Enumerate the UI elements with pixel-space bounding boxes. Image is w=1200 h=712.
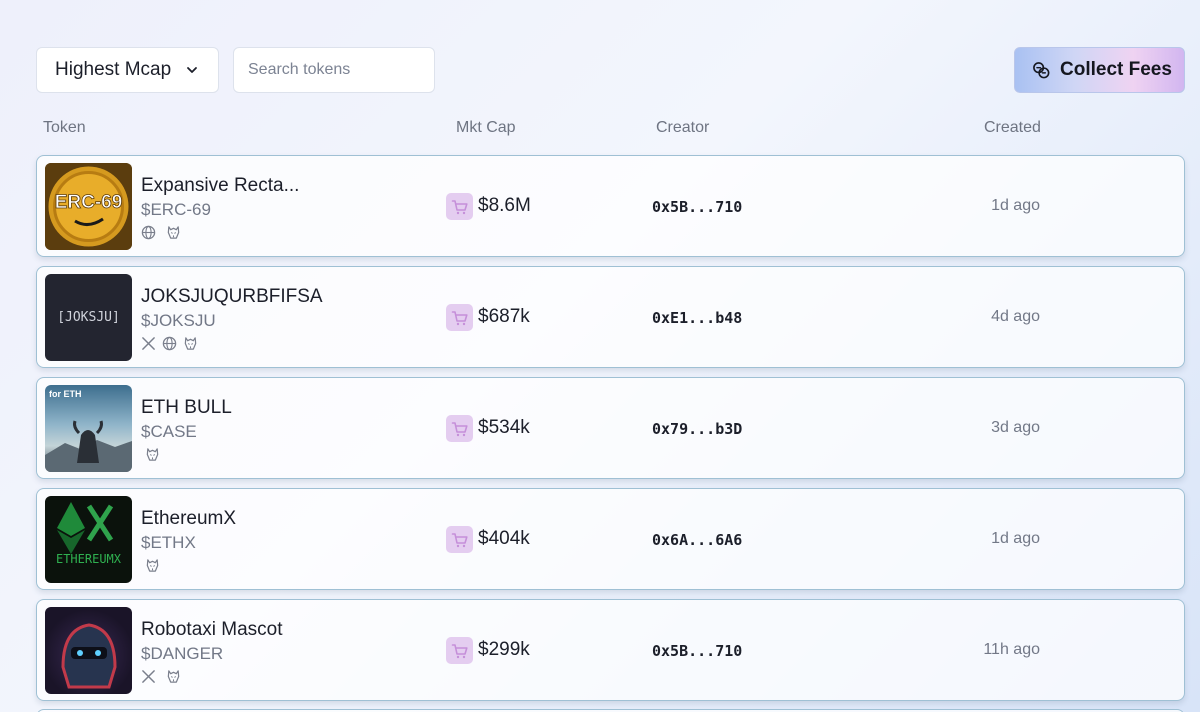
mask-icon[interactable] <box>166 225 181 240</box>
token-market-cap: $687k <box>478 306 530 327</box>
column-header-mkt-cap[interactable]: Mkt Cap <box>456 119 516 137</box>
token-name: ETH BULL <box>141 397 232 418</box>
cart-icon <box>451 643 468 658</box>
chevron-down-icon <box>187 67 197 73</box>
token-row-eth-bull[interactable]: for ETH ETH BULL $CASE $534k 0x79...b3D … <box>36 377 1185 479</box>
token-created-time: 4d ago <box>991 308 1040 325</box>
token-created-time: 11h ago <box>983 641 1040 658</box>
token-name: JOKSJUQURBFIFSA <box>141 286 323 307</box>
token-creator-address[interactable]: 0x79...b3D <box>652 420 742 438</box>
token-market-cap: $299k <box>478 639 530 660</box>
token-avatar: ETHEREUMX <box>45 496 132 583</box>
token-socials <box>141 447 160 462</box>
cart-icon <box>451 310 468 325</box>
mask-icon[interactable] <box>166 669 181 684</box>
x-icon[interactable] <box>141 669 156 684</box>
token-avatar: for ETH <box>45 385 132 472</box>
globe-icon[interactable] <box>141 225 156 240</box>
x-icon[interactable] <box>141 336 156 351</box>
token-row-joksju[interactable]: [JOKSJU] JOKSJUQURBFIFSA $JOKSJU $687k 0… <box>36 266 1185 368</box>
buy-cart-button[interactable] <box>446 526 473 553</box>
token-name: EthereumX <box>141 508 237 529</box>
mask-icon[interactable] <box>145 447 160 462</box>
token-avatar-text: ETHEREUMX <box>55 552 122 566</box>
cart-icon <box>451 421 468 436</box>
token-market-cap: $404k <box>478 528 530 549</box>
token-avatar-text: for ETH <box>49 389 82 399</box>
token-created-time: 3d ago <box>991 419 1040 436</box>
sort-dropdown-label: Highest Mcap <box>55 59 172 80</box>
token-creator-address[interactable]: 0x5B...710 <box>652 198 742 216</box>
buy-cart-button[interactable] <box>446 637 473 664</box>
token-row-robotaxi-mascot[interactable]: Robotaxi Mascot $DANGER $299k 0x5B...710… <box>36 599 1185 701</box>
token-ticker: $DANGER <box>141 644 224 663</box>
coins-icon <box>1033 61 1050 78</box>
token-avatar: [JOKSJU] <box>45 274 132 361</box>
mask-icon[interactable] <box>145 558 160 573</box>
sort-dropdown[interactable]: Highest Mcap <box>36 47 219 93</box>
token-ticker: $ETHX <box>141 533 196 552</box>
cart-icon <box>451 199 468 214</box>
column-header-creator[interactable]: Creator <box>656 119 709 137</box>
token-row-erc-69[interactable]: ERC-69 Expansive Recta... $ERC-69 $8.6M … <box>36 155 1185 257</box>
token-creator-address[interactable]: 0x6A...6A6 <box>652 531 742 549</box>
token-created-time: 1d ago <box>991 197 1040 214</box>
token-avatar-text: ERC-69 <box>54 192 123 214</box>
token-socials <box>141 336 198 351</box>
mask-icon[interactable] <box>183 336 198 351</box>
token-socials <box>141 558 160 573</box>
collect-fees-label: Collect Fees <box>1060 59 1172 80</box>
token-name: Expansive Recta... <box>141 175 300 196</box>
globe-icon[interactable] <box>162 336 177 351</box>
column-header-created[interactable]: Created <box>984 119 1041 137</box>
token-creator-address[interactable]: 0xE1...b48 <box>652 309 742 327</box>
token-ticker: $ERC-69 <box>141 200 211 219</box>
token-market-cap: $534k <box>478 417 530 438</box>
column-header-token[interactable]: Token <box>43 119 86 137</box>
token-avatar: ERC-69 <box>45 163 132 250</box>
token-avatar <box>45 607 132 694</box>
token-created-time: 1d ago <box>991 530 1040 547</box>
token-socials <box>141 669 181 684</box>
collect-fees-button[interactable]: Collect Fees <box>1014 47 1185 93</box>
token-avatar-text: [JOKSJU] <box>57 310 120 325</box>
token-ticker: $JOKSJU <box>141 311 216 330</box>
cart-icon <box>451 532 468 547</box>
token-creator-address[interactable]: 0x5B...710 <box>652 642 742 660</box>
buy-cart-button[interactable] <box>446 193 473 220</box>
buy-cart-button[interactable] <box>446 415 473 442</box>
token-market-cap: $8.6M <box>478 195 531 216</box>
token-socials <box>141 225 181 240</box>
token-name: Robotaxi Mascot <box>141 619 283 640</box>
token-ticker: $CASE <box>141 422 197 441</box>
token-row-ethereumx[interactable]: ETHEREUMX EthereumX $ETHX $404k 0x6A...6… <box>36 488 1185 590</box>
buy-cart-button[interactable] <box>446 304 473 331</box>
search-input[interactable] <box>233 47 435 93</box>
